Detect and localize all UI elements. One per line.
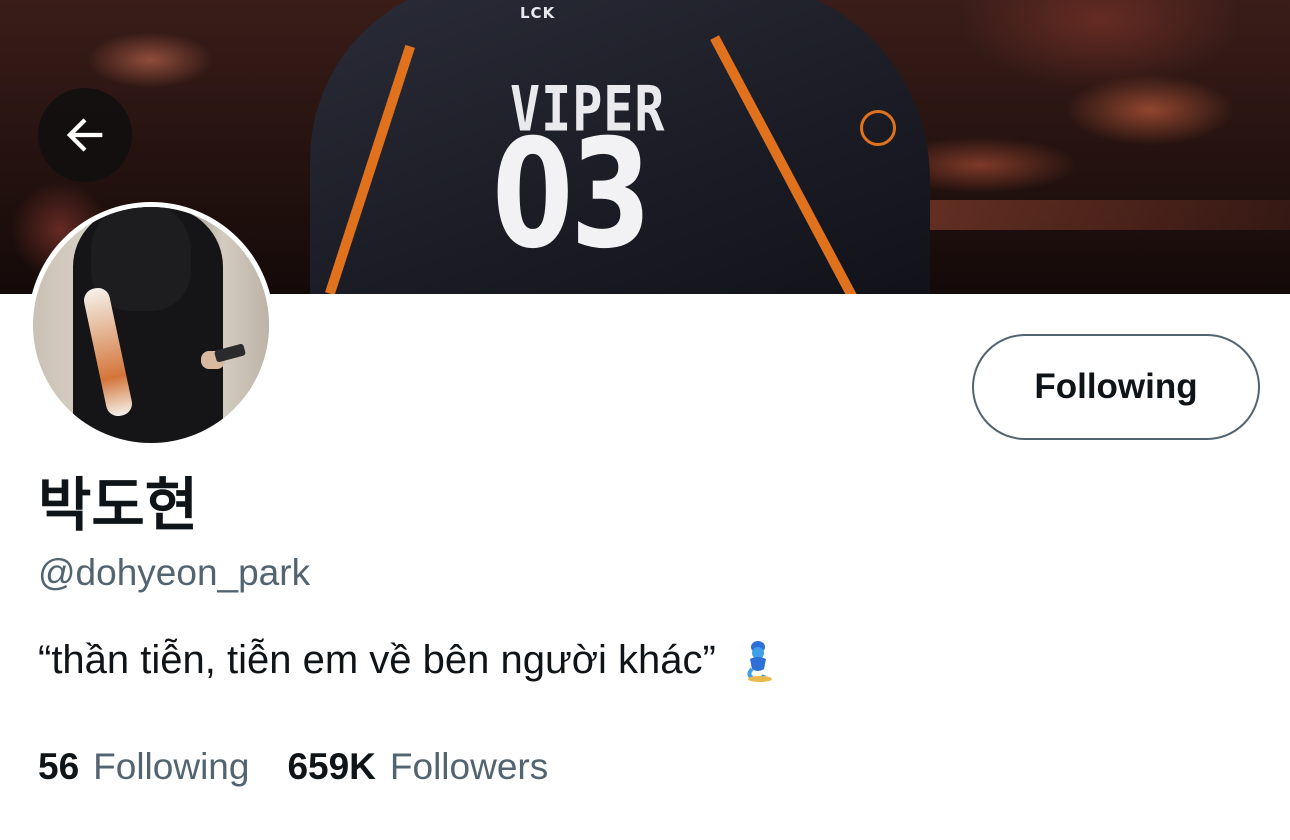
avatar[interactable]: [28, 202, 274, 448]
followers-stat[interactable]: 659K Followers: [287, 746, 548, 788]
jersey-league-logo: LCK: [520, 4, 556, 22]
bio-text: “thần tiễn, tiễn em về bên người khác”: [38, 638, 716, 682]
jersey-photo: LCK VIPER 03: [310, 0, 930, 294]
stage-light: [900, 200, 1290, 230]
following-button[interactable]: Following: [972, 334, 1260, 440]
genie-icon: [738, 639, 778, 683]
arrow-left-icon: [66, 118, 103, 152]
follow-stats: 56 Following 659K Followers: [38, 746, 548, 788]
display-name: 박도현: [38, 471, 199, 539]
followers-count: 659K: [287, 746, 376, 787]
back-button[interactable]: [38, 88, 132, 182]
following-stat[interactable]: 56 Following: [38, 746, 249, 788]
bio: “thần tiễn, tiễn em về bên người khác”: [38, 638, 778, 683]
jersey-number: 03: [492, 108, 652, 282]
following-label: Following: [93, 746, 250, 787]
following-count: 56: [38, 746, 80, 787]
followers-label: Followers: [389, 746, 549, 787]
team-badge-icon: [860, 110, 896, 146]
jersey-stripe-right: [710, 35, 860, 294]
user-handle: @dohyeon_park: [38, 552, 311, 593]
jersey-stripe-left: [325, 44, 415, 294]
